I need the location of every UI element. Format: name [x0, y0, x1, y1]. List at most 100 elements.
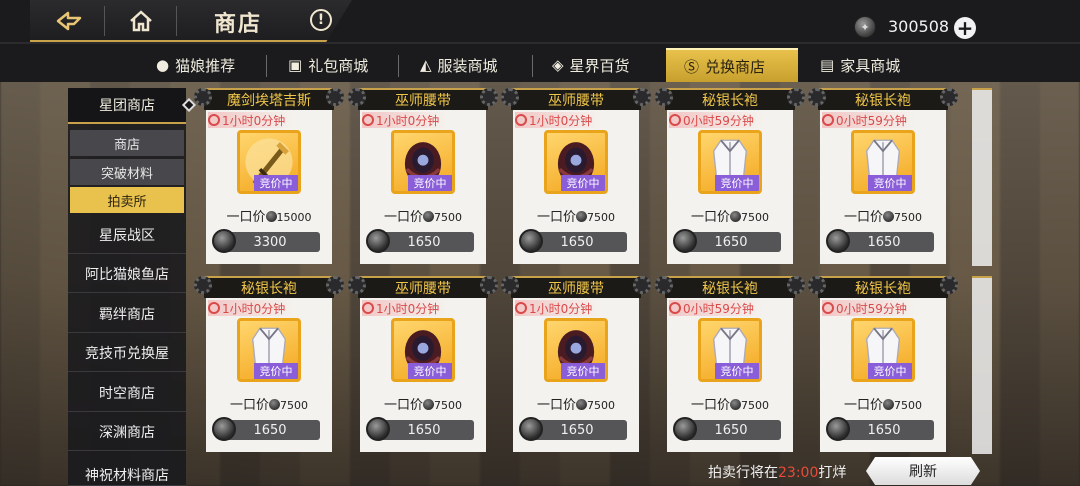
sidebar-item-arena-exchange[interactable]: 竞技币兑换屋	[68, 334, 186, 372]
gear-decoration-icon	[501, 276, 519, 294]
timer-text: 1小时0分钟	[222, 301, 286, 316]
item-frame[interactable]: 竞价中	[237, 130, 301, 194]
gear-decoration-icon	[940, 276, 958, 294]
card-body: 1小时0分钟 竞价中 一口价 7500 1650	[360, 110, 486, 264]
auction-card[interactable]: 巫师腰带 1小时0分钟 竞价中 一口价 7500 1650	[348, 276, 498, 454]
auction-card[interactable]: 秘银长袍 0小时59分钟 竞价中 一口价 7500 1650	[655, 88, 805, 266]
auction-card[interactable]: 巫师腰带 1小时0分钟 竞价中 一口价 7500 1650	[501, 88, 651, 266]
sidebar-item-fish-shop[interactable]: 阿比猫娘鱼店	[68, 255, 186, 293]
sidebar-header[interactable]: 星团商店	[68, 88, 186, 124]
plus-icon[interactable]: +	[954, 17, 976, 39]
clock-icon	[515, 114, 527, 126]
sidebar-subitem-shop[interactable]: 商店	[70, 130, 184, 156]
item-name: 巫师腰带	[358, 276, 488, 298]
auction-card[interactable]: 秘银长袍 0小时59分钟 竞价中 一口价 7500 1650	[808, 276, 958, 454]
card-body: 0小时59分钟 竞价中 一口价 7500 1650	[820, 110, 946, 264]
gift-icon: ▣	[288, 56, 303, 74]
item-frame[interactable]: 竞价中	[391, 130, 455, 194]
card-body: 1小时0分钟 竞价中 一口价 7500 1650	[513, 298, 639, 452]
coin-icon	[366, 417, 390, 441]
tab-label: 兑换商店	[705, 57, 766, 76]
item-frame[interactable]: 竞价中	[237, 318, 301, 382]
status-badge: 竞价中	[868, 175, 912, 191]
item-frame[interactable]: 竞价中	[698, 130, 762, 194]
item-name: 秘银长袍	[204, 276, 334, 298]
tab-furniture-shop[interactable]: ▤ 家具商城	[820, 48, 900, 82]
gear-decoration-icon	[787, 88, 805, 106]
gear-decoration-icon	[655, 88, 673, 106]
coin-icon	[883, 399, 894, 410]
buyout-price: 一口价 7500	[667, 206, 793, 225]
item-frame[interactable]: 竞价中	[851, 318, 915, 382]
buyout-value: 7500	[894, 211, 922, 224]
price-prefix: 一口价	[843, 398, 883, 413]
divider	[176, 6, 177, 36]
coin-icon	[673, 229, 697, 253]
clock-icon	[669, 302, 681, 314]
gear-decoration-icon	[787, 276, 805, 294]
item-frame[interactable]: 竞价中	[698, 318, 762, 382]
auction-card[interactable]: 秘银长袍 0小时59分钟 竞价中 一口价 7500 1650	[808, 88, 958, 266]
sidebar-subitem-auction[interactable]: 拍卖所	[70, 187, 184, 213]
item-frame[interactable]: 竞价中	[544, 130, 608, 194]
timer-text: 1小时0分钟	[376, 301, 440, 316]
clock-icon	[822, 114, 834, 126]
auction-timer: 1小时0分钟	[362, 112, 448, 128]
tab-gift-shop[interactable]: ▣ 礼包商城	[288, 48, 368, 82]
bid-value: 1650	[714, 422, 748, 438]
gear-decoration-icon	[633, 276, 651, 294]
item-frame[interactable]: 竞价中	[544, 318, 608, 382]
sidebar-subitem-breakthrough[interactable]: 突破材料	[70, 159, 184, 185]
page-title: 商店	[214, 12, 263, 37]
coin-icon	[730, 211, 741, 222]
tab-label: 星界百货	[569, 56, 630, 75]
price-prefix: 一口价	[226, 210, 266, 225]
back-arrow-icon[interactable]	[52, 4, 86, 38]
partial-card	[972, 276, 992, 454]
tab-clothes-shop[interactable]: ◭ 服装商城	[420, 48, 498, 82]
item-name: 秘银长袍	[818, 276, 948, 298]
status-badge: 竞价中	[254, 363, 298, 379]
tab-cat-recommend[interactable]: ● 猫娘推荐	[156, 48, 235, 82]
coin-icon	[519, 417, 543, 441]
sidebar-item-divine-materials[interactable]: 神祝材料商店	[68, 452, 186, 486]
currency-amount: 300508	[888, 17, 950, 36]
auction-card[interactable]: 巫师腰带 1小时0分钟 竞价中 一口价 7500 1650	[501, 276, 651, 454]
exchange-coin-icon: Ⓢ	[684, 57, 700, 76]
refresh-button[interactable]: 刷新	[866, 457, 980, 485]
sidebar-item-star-zone[interactable]: 星辰战区	[68, 216, 186, 254]
gear-decoration-icon	[940, 88, 958, 106]
coin-icon	[519, 229, 543, 253]
bid-value: 1650	[407, 234, 441, 250]
card-body: 0小时59分钟 竞价中 一口价 7500 1650	[667, 298, 793, 452]
card-body: 0小时59分钟 竞价中 一口价 7500 1650	[667, 110, 793, 264]
card-body: 0小时59分钟 竞价中 一口价 7500 1650	[820, 298, 946, 452]
auction-card[interactable]: 魔剑埃塔吉斯 1小时0分钟 竞价中 一口价 15000 3300	[194, 88, 344, 266]
card-body: 1小时0分钟 竞价中 一口价 7500 1650	[360, 298, 486, 452]
divider	[104, 6, 105, 36]
price-prefix: 一口价	[690, 398, 730, 413]
item-frame[interactable]: 竞价中	[391, 318, 455, 382]
tab-astral-store[interactable]: ◈ 星界百货	[552, 48, 630, 82]
sidebar-item-spacetime-shop[interactable]: 时空商店	[68, 374, 186, 412]
bid-value: 1650	[867, 234, 901, 250]
home-icon[interactable]	[124, 4, 158, 38]
status-badge: 竞价中	[715, 175, 759, 191]
sidebar-item-bond-shop[interactable]: 羁绊商店	[68, 295, 186, 333]
cat-icon: ●	[156, 56, 170, 74]
item-frame[interactable]: 竞价中	[851, 130, 915, 194]
bid-value: 1650	[253, 422, 287, 438]
tab-exchange-shop[interactable]: Ⓢ 兑换商店	[666, 48, 798, 82]
divider	[266, 55, 267, 77]
auction-card[interactable]: 秘银长袍 1小时0分钟 竞价中 一口价 7500 1650	[194, 276, 344, 454]
coin-icon	[212, 417, 236, 441]
gear-decoration-icon	[194, 88, 212, 106]
sidebar-item-abyss-shop[interactable]: 深渊商店	[68, 413, 186, 451]
refresh-note-prefix: 拍卖行将在	[708, 465, 778, 481]
top-bar: 商店 ! ✦ 300508 +	[0, 0, 1080, 44]
auction-card[interactable]: 巫师腰带 1小时0分钟 竞价中 一口价 7500 1650	[348, 88, 498, 266]
auction-card[interactable]: 秘银长袍 0小时59分钟 竞价中 一口价 7500 1650	[655, 276, 805, 454]
card-body: 1小时0分钟 竞价中 一口价 7500 1650	[206, 298, 332, 452]
info-icon[interactable]: !	[310, 9, 332, 31]
card-body: 1小时0分钟 竞价中 一口价 7500 1650	[513, 110, 639, 264]
